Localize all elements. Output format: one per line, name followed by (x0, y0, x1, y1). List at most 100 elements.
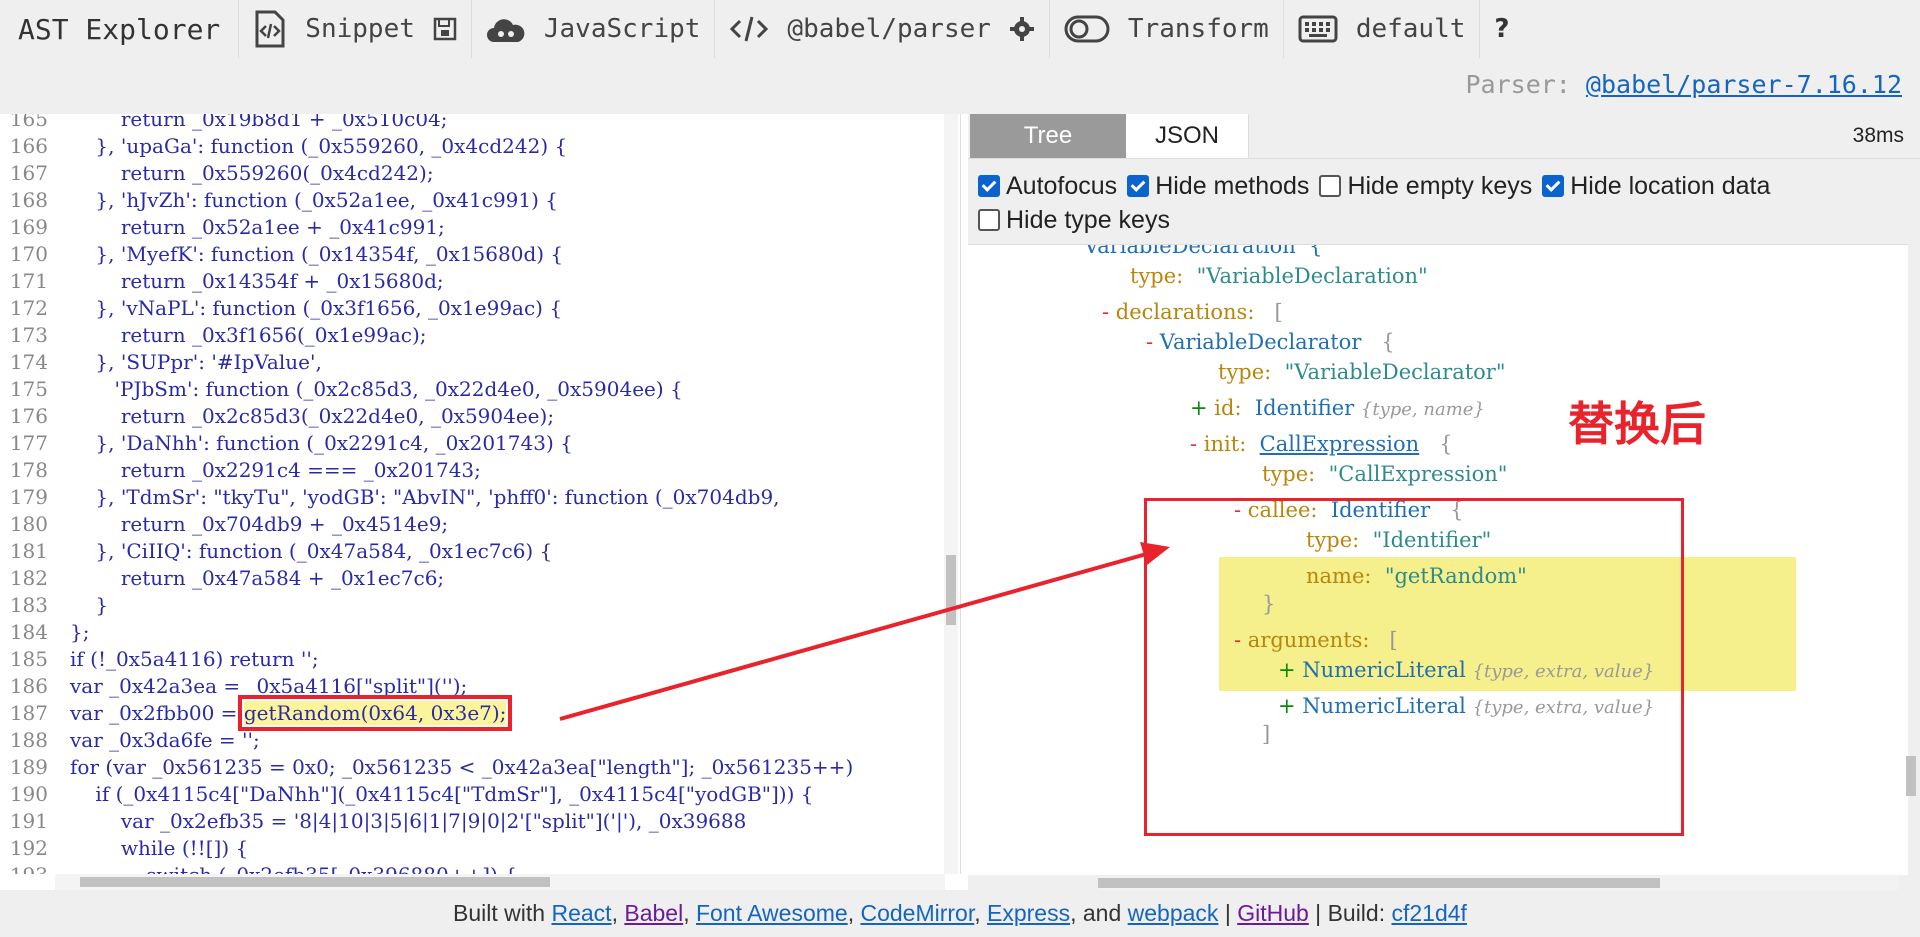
code-line[interactable]: 174 }, 'SUPpr': '#IpValue', (0, 349, 322, 376)
code-line[interactable]: 175 'PJbSm': function (_0x2c85d3, _0x22d… (0, 376, 683, 403)
option-autofocus[interactable]: Autofocus (978, 170, 1117, 202)
tree-node[interactable]: - VariableDeclarator { (1146, 327, 1395, 357)
code-line[interactable]: 179 }, 'TdmSr': "tkyTu", 'yodGB': "AbvIN… (0, 484, 780, 511)
code-text: while (!![]) { (70, 836, 249, 860)
editor-vertical-scroll-thumb[interactable] (946, 555, 956, 625)
code-line[interactable]: 185 if (!_0x5a4116) return ''; (0, 646, 319, 673)
code-line[interactable]: 168 }, 'hJvZh': function (_0x52a1ee, _0x… (0, 187, 558, 214)
parser-info-label: Parser: (1465, 70, 1571, 99)
code-line[interactable]: 166 }, 'upaGa': function (_0x559260, _0x… (0, 133, 567, 160)
option-hide-methods[interactable]: Hide methods (1127, 170, 1309, 202)
code-line[interactable]: 191 var _0x2efb35 = '8|4|10|3|5|6|1|7|9|… (0, 808, 747, 835)
code-text: return _0x14354f + _0x15680d; (70, 269, 444, 293)
code-line[interactable]: 167 return _0x559260(_0x4cd242); (0, 160, 434, 187)
code-text: } (70, 593, 109, 617)
parser-version-link[interactable]: @babel/parser-7.16.12 (1586, 70, 1902, 99)
tree-prop[interactable]: - declarations: [ (1102, 297, 1283, 327)
code-editor[interactable]: 165 return _0x19b8d1 + _0x510c04; 166 }, … (0, 114, 961, 874)
code-line[interactable]: 178 return _0x2291c4 === _0x201743; (0, 457, 481, 484)
editor-horizontal-scroll-thumb[interactable] (80, 877, 550, 887)
cloud-code-icon (486, 19, 525, 42)
gear-icon[interactable] (1009, 16, 1035, 42)
parser-menu[interactable]: @babel/parser (715, 0, 1049, 58)
line-number: 187 (9, 701, 48, 725)
option-hide-empty-keys[interactable]: Hide empty keys (1319, 170, 1532, 202)
code-text: return _0x2c85d3(_0x22d4e0, _0x5904ee); (70, 404, 555, 428)
line-number: 179 (9, 485, 48, 509)
line-number: 177 (9, 431, 48, 455)
expand-toggle[interactable]: + (1190, 396, 1208, 420)
tree-horizontal-scroll-thumb[interactable] (1098, 878, 1660, 888)
code-line[interactable]: 181 }, 'CiIIQ': function (_0x47a584, _0x… (0, 538, 553, 565)
footer-link-webpack[interactable]: webpack (1128, 900, 1219, 926)
code-line[interactable]: 177 }, 'DaNhh': function (_0x2291c4, _0x… (0, 430, 573, 457)
snippet-menu[interactable]: Snippet (239, 0, 471, 58)
transform-label: Transform (1127, 14, 1269, 44)
code-line[interactable]: 188 var _0x3da6fe = ''; (0, 727, 260, 754)
keymap-menu[interactable]: default (1284, 0, 1480, 58)
footer-link-express[interactable]: Express (987, 900, 1070, 926)
line-number: 172 (9, 296, 48, 320)
language-menu[interactable]: JavaScript (472, 0, 715, 58)
tree-prop[interactable]: - init: CallExpression { (1190, 429, 1453, 459)
help-button[interactable]: ? (1480, 0, 1523, 58)
code-line[interactable]: 189 for (var _0x561235 = 0x0; _0x561235 <… (0, 754, 853, 781)
checkbox[interactable] (978, 175, 1000, 197)
code-line[interactable]: 176 return _0x2c85d3(_0x22d4e0, _0x5904e… (0, 403, 554, 430)
code-text: }, 'upaGa': function (_0x559260, _0x4cd2… (70, 134, 568, 158)
option-hide-type-keys[interactable]: Hide type keys (978, 204, 1170, 236)
checkbox[interactable] (978, 209, 1000, 231)
checkbox[interactable] (1542, 175, 1565, 197)
code-text: if (_0x4115c4["DaNhh"](_0x4115c4["TdmSr"… (70, 782, 814, 806)
checkbox[interactable] (1319, 175, 1342, 197)
language-label: JavaScript (543, 14, 701, 44)
tree-options: Autofocus Hide methods Hide empty keys Hide… (978, 170, 1908, 238)
tab-json[interactable]: JSON (1126, 114, 1249, 158)
code-line[interactable]: 182 return _0x47a584 + _0x1ec7c6; (0, 565, 444, 592)
line-number: 193 (0, 862, 48, 874)
code-line[interactable]: 186 var _0x42a3ea = _0x5a4116["split"](''… (0, 673, 467, 700)
app-title: AST Explorer (18, 12, 221, 46)
code-line[interactable]: 171 return _0x14354f + _0x15680d; (0, 268, 444, 295)
code-line[interactable]: 170 }, 'MyefK': function (_0x14354f, _0x… (0, 241, 563, 268)
footer-prefix: Built with (453, 900, 546, 926)
ast-tree[interactable]: VariableDeclaration { type: "VariableDec… (968, 244, 1908, 875)
collapse-toggle[interactable]: - (1146, 330, 1153, 354)
code-line[interactable]: 183 } (0, 592, 108, 619)
tree-vertical-scroll-thumb[interactable] (1906, 756, 1916, 796)
save-icon[interactable] (433, 17, 457, 41)
checkbox[interactable] (1127, 175, 1150, 197)
line-number: 180 (9, 512, 48, 536)
code-line[interactable]: 192 while (!![]) { (0, 835, 248, 862)
line-number: 169 (9, 215, 48, 239)
keymap-label: default (1355, 14, 1466, 44)
footer-link-github[interactable]: GitHub (1237, 900, 1309, 926)
option-hide-location-data[interactable]: Hide location data (1542, 170, 1770, 202)
code-line[interactable]: 165 return _0x19b8d1 + _0x510c04; (0, 114, 448, 133)
code-line[interactable]: 173 return _0x3f1656(_0x1e99ac); (0, 322, 427, 349)
code-line[interactable]: 169 return _0x52a1ee + _0x41c991; (0, 214, 445, 241)
tree-prop[interactable]: + id: Identifier {type, name} (1190, 393, 1485, 425)
footer-link-codemirror[interactable]: CodeMirror (860, 900, 974, 926)
footer-link-babel[interactable]: Babel (624, 900, 683, 926)
code-text: if (!_0x5a4116) return ''; (70, 647, 319, 671)
code-line[interactable]: 172 }, 'vNaPL': function (_0x3f1656, _0x… (0, 295, 562, 322)
collapse-toggle[interactable]: - (1190, 432, 1197, 456)
footer-link-font-awesome[interactable]: Font Awesome (696, 900, 848, 926)
transform-toggle[interactable]: Transform (1050, 0, 1283, 58)
editor-vertical-scrollbar[interactable] (944, 114, 958, 874)
option-label: Hide location data (1570, 171, 1771, 200)
tab-tree[interactable]: Tree (970, 114, 1126, 158)
code-line[interactable]: 184}; (0, 619, 90, 646)
footer-link-build[interactable]: cf21d4f (1392, 900, 1467, 926)
code-line[interactable]: 193 switch (_0x2efb35[_0x396880++]) { (0, 862, 517, 874)
tree-type-link[interactable]: CallExpression (1260, 432, 1420, 456)
collapse-toggle[interactable]: - (1102, 300, 1109, 324)
code-line[interactable]: 180 return _0x704db9 + _0x4514e9; (0, 511, 448, 538)
parser-info: Parser: @babel/parser-7.16.12 (1466, 70, 1903, 99)
footer-link-react[interactable]: React (551, 900, 611, 926)
code-line[interactable]: 190 if (_0x4115c4["DaNhh"](_0x4115c4["Td… (0, 781, 814, 808)
line-number: 175 (9, 377, 48, 401)
tree-value: "VariableDeclaration" (1196, 264, 1428, 288)
code-line[interactable]: 187 var _0x2fbb00 = getRandom(0x64, 0x3e7… (0, 695, 513, 731)
